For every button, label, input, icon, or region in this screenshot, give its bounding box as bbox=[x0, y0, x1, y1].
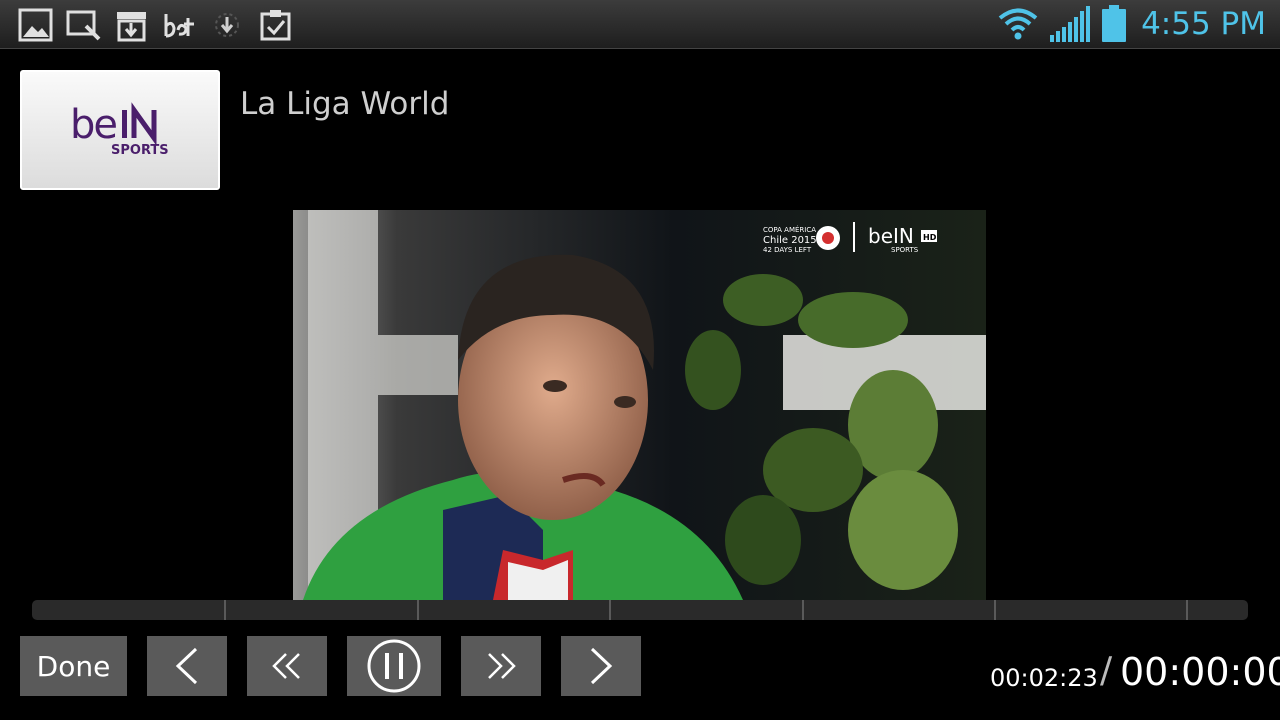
pause-icon bbox=[367, 639, 421, 693]
chevron-left-icon bbox=[175, 647, 198, 685]
wifi-icon bbox=[998, 8, 1038, 40]
rewind-icon bbox=[272, 653, 300, 679]
svg-text:COPA AMÉRICA: COPA AMÉRICA bbox=[763, 225, 816, 234]
previous-button[interactable] bbox=[147, 636, 227, 696]
seek-bar[interactable] bbox=[32, 600, 1248, 620]
status-bar: 4:55 PM bbox=[0, 0, 1280, 49]
total-time: 00:00:00 bbox=[1120, 650, 1280, 694]
battery-icon bbox=[1102, 5, 1127, 42]
svg-text:beIN: beIN bbox=[868, 224, 914, 248]
rewind-button[interactable] bbox=[247, 636, 327, 696]
copa-america-logo: COPA AMÉRICA Chile 2015 42 DAYS LEFT bbox=[763, 225, 840, 254]
fast-forward-icon bbox=[488, 653, 516, 679]
status-indicators: 4:55 PM bbox=[997, 0, 1266, 48]
fast-forward-button[interactable] bbox=[461, 636, 541, 696]
svg-text:Chile 2015: Chile 2015 bbox=[763, 235, 817, 246]
archive-download-icon bbox=[117, 12, 146, 42]
chevron-right-icon bbox=[590, 647, 613, 685]
notification-icons bbox=[18, 8, 293, 42]
small-download-icon bbox=[215, 13, 239, 37]
clipboard-check-icon bbox=[260, 10, 291, 41]
svg-text:SPORTS: SPORTS bbox=[111, 143, 169, 158]
current-time: 00:02:23 bbox=[990, 664, 1098, 692]
cell-signal-icon bbox=[1050, 6, 1091, 42]
seek-chapter-tick bbox=[224, 600, 226, 620]
seek-chapter-tick bbox=[609, 600, 611, 620]
seek-chapter-tick bbox=[1186, 600, 1188, 620]
beat-app-icon bbox=[164, 14, 194, 38]
program-title: La Liga World bbox=[240, 86, 450, 122]
next-button[interactable] bbox=[561, 636, 641, 696]
svg-text:42 DAYS LEFT: 42 DAYS LEFT bbox=[763, 246, 812, 254]
channel-thumbnail: be SPORTS bbox=[20, 70, 220, 190]
qslide-icon bbox=[66, 10, 101, 41]
gallery-icon bbox=[18, 8, 53, 42]
seek-chapter-tick bbox=[417, 600, 419, 620]
seek-chapter-tick bbox=[802, 600, 804, 620]
video-frame-image: COPA AMÉRICA Chile 2015 42 DAYS LEFT beI… bbox=[293, 210, 986, 600]
svg-text:be: be bbox=[70, 102, 116, 148]
video-player[interactable]: COPA AMÉRICA Chile 2015 42 DAYS LEFT beI… bbox=[293, 210, 986, 600]
status-clock: 4:55 PM bbox=[1141, 6, 1266, 42]
seek-chapter-tick bbox=[994, 600, 996, 620]
time-separator: / bbox=[1100, 650, 1113, 691]
svg-text:SPORTS: SPORTS bbox=[891, 246, 919, 254]
svg-text:HD: HD bbox=[923, 233, 937, 242]
bein-sports-logo: be SPORTS bbox=[70, 102, 169, 158]
done-button[interactable]: Done bbox=[20, 636, 127, 696]
pause-button[interactable] bbox=[347, 636, 441, 696]
